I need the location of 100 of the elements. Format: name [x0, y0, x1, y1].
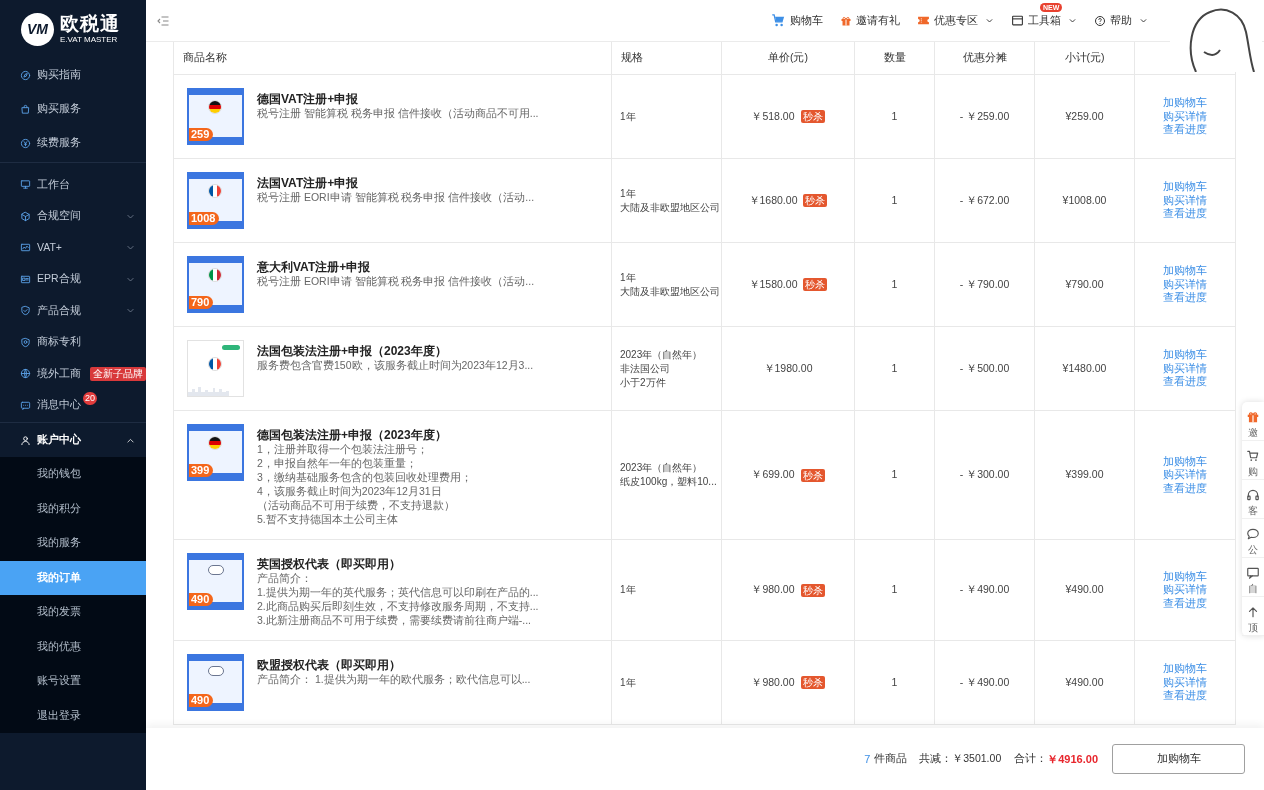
sidebar-item[interactable]: 境外工商 全新子品牌	[0, 358, 146, 390]
sidebar-item[interactable]: 产品合规	[0, 295, 146, 327]
action-link[interactable]: 购买详情	[1163, 468, 1207, 482]
subtotal: ¥399.00	[1065, 467, 1104, 483]
toolbar-item[interactable]: 顶	[1242, 597, 1264, 636]
column-header: 单价(元)	[768, 50, 808, 66]
column-header: 优惠分摊	[962, 50, 1007, 66]
message-icon	[20, 399, 31, 411]
quantity: 1	[891, 674, 898, 690]
toolbar-item[interactable]: 购	[1242, 441, 1264, 480]
promo-badge: 全新子品牌	[90, 366, 146, 381]
logo-mark: VM	[21, 12, 54, 46]
toolbar-item[interactable]: 邀	[1242, 402, 1264, 441]
column-header: 商品名称	[183, 50, 227, 66]
ticket-icon	[917, 14, 930, 27]
product-title: 法国包装法注册+申报（2023年度）	[257, 344, 448, 358]
sidebar-item[interactable]: 购买服务	[0, 92, 146, 126]
toolbar-item[interactable]: 自	[1242, 558, 1264, 597]
subtotal: ¥790.00	[1065, 276, 1104, 292]
product-title: 英国授权代表（即买即用）	[257, 557, 402, 571]
topbar-link[interactable]: 优惠专区	[917, 12, 994, 29]
action-link[interactable]: 查看进度	[1163, 291, 1207, 305]
gift-icon	[1246, 410, 1260, 424]
price-tag: 1008	[189, 212, 220, 225]
tag-icon	[222, 345, 240, 350]
action-link[interactable]: 查看进度	[1163, 689, 1207, 703]
product-title: 意大利VAT注册+申报	[257, 260, 372, 274]
spec-line: 纸皮100kg，塑料10...	[620, 475, 718, 489]
sidebar-item[interactable]: 续费服务	[0, 126, 146, 160]
sidebar-subitem[interactable]: 我的钱包	[0, 457, 146, 492]
sidebar-subitem[interactable]: 我的优惠	[0, 629, 146, 664]
monitor-icon	[20, 179, 31, 191]
unit-price: ￥518.00	[751, 108, 795, 124]
action-link[interactable]: 加购物车	[1163, 569, 1207, 584]
action-link[interactable]: 查看进度	[1163, 481, 1207, 496]
topbar-link[interactable]: 工具箱	[1011, 12, 1077, 29]
discount-total: ￥3501.00	[952, 751, 1002, 767]
discount-amount: - ￥500.00	[959, 360, 1010, 376]
unit-price: ￥699.00	[751, 467, 795, 483]
description-line: 3，缴纳基础服务包含的包装回收处理费用；	[257, 470, 472, 484]
column-header: 小计(元)	[1064, 50, 1105, 66]
sidebar-item[interactable]: 账户中心	[0, 423, 146, 457]
column-header: 数量	[883, 50, 906, 66]
action-link[interactable]: 加购物车	[1163, 662, 1207, 676]
topbar-link[interactable]: 帮助	[1094, 12, 1148, 29]
description-line: 5.暂不支持德国本土公司主体	[257, 512, 399, 526]
sidebar-item[interactable]: 商标专利	[0, 326, 146, 358]
flag-icon	[208, 268, 222, 282]
item-count: 7	[864, 751, 871, 767]
action-link[interactable]: 加购物车	[1163, 180, 1207, 194]
price-tag: 399	[189, 464, 214, 477]
flash-sale-badge: 秒杀	[800, 110, 825, 123]
sidebar-subitem[interactable]: 我的积分	[0, 491, 146, 526]
product-title: 欧盟授权代表（即买即用）	[257, 658, 402, 672]
product-title: 德国VAT注册+申报	[257, 92, 360, 106]
toolbar-item[interactable]: 客	[1242, 480, 1264, 519]
action-link[interactable]: 购买详情	[1163, 193, 1207, 208]
topbar-link[interactable]: 购物车	[771, 12, 823, 29]
price-tag: 259	[189, 128, 214, 141]
action-link[interactable]: 查看进度	[1163, 375, 1207, 389]
shield-check-icon	[20, 305, 31, 317]
action-link[interactable]: 查看进度	[1163, 207, 1207, 221]
sidebar-item[interactable]: EPR合规	[0, 263, 146, 295]
unit-price: ￥1580.00	[748, 276, 798, 292]
action-link[interactable]: 查看进度	[1163, 123, 1207, 137]
toolbar-item[interactable]: 公	[1242, 519, 1264, 558]
discount-amount: - ￥790.00	[959, 276, 1010, 292]
action-link[interactable]: 购买详情	[1163, 361, 1207, 376]
flash-sale-badge: 秒杀	[800, 468, 825, 482]
sidebar-item[interactable]: 合规空间	[0, 200, 146, 232]
menu-collapse-icon[interactable]	[157, 15, 169, 26]
column-header: 规格	[621, 50, 643, 66]
add-to-cart-button[interactable]: 加购物车	[1112, 744, 1245, 774]
price-tag: 790	[189, 296, 214, 309]
item-count-label: 件商品	[874, 751, 908, 767]
topbar-link[interactable]: 邀请有礼	[840, 12, 900, 29]
sidebar-subitem[interactable]: 退出登录	[0, 698, 146, 733]
action-link[interactable]: 加购物车	[1163, 96, 1207, 110]
unit-price: ￥1680.00	[748, 192, 798, 208]
headset-icon	[1246, 488, 1260, 502]
action-link[interactable]: 加购物车	[1163, 348, 1207, 362]
sidebar-subitem[interactable]: 账号设置	[0, 664, 146, 699]
coin-icon	[20, 137, 31, 149]
sidebar-subitem[interactable]: 我的发票	[0, 595, 146, 630]
sidebar-item[interactable]: VAT+	[0, 232, 146, 264]
action-link[interactable]: 加购物车	[1163, 454, 1207, 469]
sidebar-item[interactable]: 购买指南	[0, 58, 146, 92]
action-link[interactable]: 购买详情	[1163, 277, 1207, 292]
sidebar-item[interactable]: 工作台	[0, 169, 146, 201]
flag-icon	[208, 184, 222, 198]
action-link[interactable]: 购买详情	[1163, 675, 1207, 690]
action-link[interactable]: 购买详情	[1163, 109, 1207, 124]
action-link[interactable]: 购买详情	[1163, 583, 1207, 597]
sidebar-subitem[interactable]: 我的服务	[0, 526, 146, 561]
spec-line: 大陆及非欧盟地区公司	[620, 200, 721, 215]
action-link[interactable]: 加购物车	[1163, 264, 1207, 278]
sidebar-item[interactable]: 消息中心 20	[0, 389, 146, 421]
arrow-up-icon	[1246, 605, 1260, 619]
help-icon	[1094, 14, 1106, 27]
action-link[interactable]: 查看进度	[1163, 596, 1207, 611]
